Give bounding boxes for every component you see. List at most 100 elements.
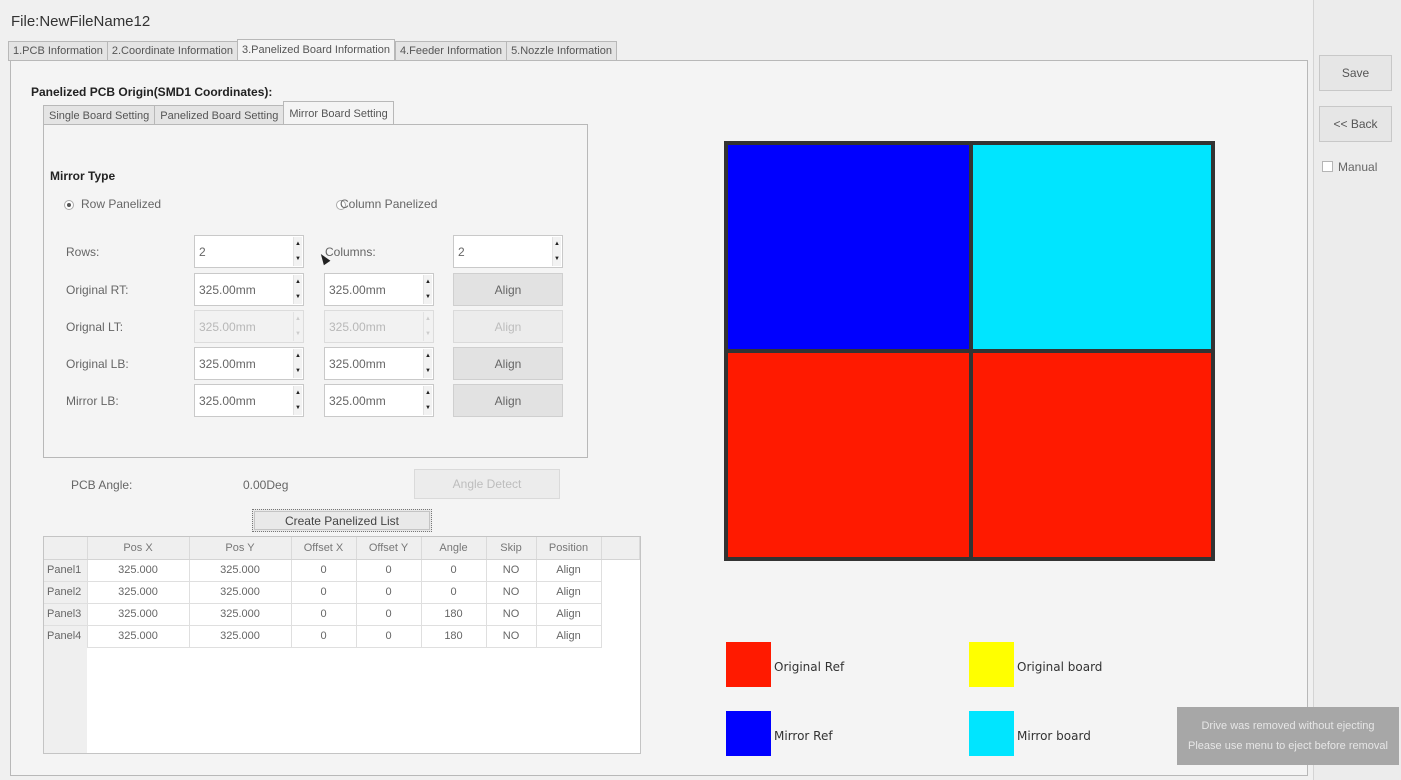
row-panelized-radio[interactable] bbox=[64, 200, 74, 210]
col-header-skip[interactable]: Skip bbox=[486, 537, 537, 560]
cell-pos-x[interactable]: 325.000 bbox=[87, 625, 190, 648]
cell-pos-y[interactable]: 325.000 bbox=[189, 581, 292, 604]
original-rt-x-input[interactable]: 325.00mm ▲ ▼ bbox=[194, 273, 304, 306]
columns-stepper[interactable]: ▲ ▼ bbox=[552, 237, 561, 266]
cell-pos-y[interactable]: 325.000 bbox=[189, 603, 292, 626]
table-row[interactable]: Panel2 325.000 325.000 0 0 0 NO Align bbox=[44, 581, 639, 604]
pcb-angle-label: PCB Angle: bbox=[71, 478, 133, 492]
align-lb-button[interactable]: Align bbox=[453, 347, 563, 380]
legend-original-ref-label: Original Ref bbox=[774, 660, 845, 674]
rows-spinbox[interactable]: 2 ▲ ▼ bbox=[194, 235, 304, 268]
cell-angle[interactable]: 0 bbox=[421, 581, 487, 604]
down-arrow-icon[interactable]: ▼ bbox=[294, 400, 302, 415]
down-arrow-icon[interactable]: ▼ bbox=[424, 363, 432, 378]
cell-skip[interactable]: NO bbox=[486, 581, 537, 604]
cell-offset-x[interactable]: 0 bbox=[291, 559, 357, 582]
col-header-offset-x[interactable]: Offset X bbox=[291, 537, 357, 560]
cell-position[interactable]: Align bbox=[536, 581, 602, 604]
cell-offset-y[interactable]: 0 bbox=[356, 559, 422, 582]
cell-angle[interactable]: 180 bbox=[421, 603, 487, 626]
original-lb-y-stepper[interactable]: ▲ ▼ bbox=[423, 349, 432, 378]
table-row[interactable]: Panel3 325.000 325.000 0 0 180 NO Align bbox=[44, 603, 639, 626]
original-rt-y-stepper[interactable]: ▲ ▼ bbox=[423, 275, 432, 304]
down-arrow-icon[interactable]: ▼ bbox=[294, 251, 302, 266]
tab-panelized-board-information[interactable]: 3.Panelized Board Information bbox=[236, 39, 395, 61]
up-arrow-icon[interactable]: ▲ bbox=[424, 386, 432, 401]
cell-pos-x[interactable]: 325.000 bbox=[87, 581, 190, 604]
cell-pos-x[interactable]: 325.000 bbox=[87, 559, 190, 582]
col-header-angle[interactable]: Angle bbox=[421, 537, 487, 560]
back-button[interactable]: << Back bbox=[1319, 106, 1392, 142]
up-arrow-icon[interactable]: ▲ bbox=[294, 386, 302, 401]
up-arrow-icon[interactable]: ▲ bbox=[294, 275, 302, 290]
create-panelized-list-button[interactable]: Create Panelized List bbox=[252, 509, 432, 532]
main-tabbar: 1.PCB Information 2.Coordinate Informati… bbox=[8, 39, 617, 61]
table-row[interactable]: Panel4 325.000 325.000 0 0 180 NO Align bbox=[44, 625, 639, 648]
cell-skip[interactable]: NO bbox=[486, 559, 537, 582]
down-arrow-icon[interactable]: ▼ bbox=[424, 289, 432, 304]
mirror-lb-y-input[interactable]: 325.00mm ▲ ▼ bbox=[324, 384, 434, 417]
col-header-position[interactable]: Position bbox=[536, 537, 602, 560]
rows-stepper[interactable]: ▲ ▼ bbox=[293, 237, 302, 266]
cell-offset-x[interactable]: 0 bbox=[291, 581, 357, 604]
manual-checkbox[interactable] bbox=[1322, 161, 1333, 172]
legend-mirror-board-swatch bbox=[969, 711, 1014, 756]
tab-nozzle-information[interactable]: 5.Nozzle Information bbox=[506, 41, 617, 61]
col-header-offset-y[interactable]: Offset Y bbox=[356, 537, 422, 560]
down-arrow-icon[interactable]: ▼ bbox=[294, 289, 302, 304]
mirror-lb-x-input[interactable]: 325.00mm ▲ ▼ bbox=[194, 384, 304, 417]
file-title: File:NewFileName12 bbox=[11, 13, 151, 30]
cell-offset-x[interactable]: 0 bbox=[291, 603, 357, 626]
drive-removed-notification[interactable]: Drive was removed without ejecting Pleas… bbox=[1177, 707, 1399, 765]
up-arrow-icon[interactable]: ▲ bbox=[294, 237, 302, 252]
original-rt-y-input[interactable]: 325.00mm ▲ ▼ bbox=[324, 273, 434, 306]
original-lb-y-input[interactable]: 325.00mm ▲ ▼ bbox=[324, 347, 434, 380]
original-lb-x-input[interactable]: 325.00mm ▲ ▼ bbox=[194, 347, 304, 380]
mirror-type-heading: Mirror Type bbox=[50, 169, 116, 183]
cell-skip[interactable]: NO bbox=[486, 603, 537, 626]
row-header[interactable]: Panel4 bbox=[44, 625, 88, 648]
tab-feeder-information[interactable]: 4.Feeder Information bbox=[394, 41, 507, 61]
columns-spinbox[interactable]: 2 ▲ ▼ bbox=[453, 235, 563, 268]
cell-offset-y[interactable]: 0 bbox=[356, 603, 422, 626]
original-rt-x-value: 325.00mm bbox=[199, 282, 256, 297]
cell-offset-x[interactable]: 0 bbox=[291, 625, 357, 648]
original-lt-x-input: 325.00mm ▲ ▼ bbox=[194, 310, 304, 343]
save-button[interactable]: Save bbox=[1319, 55, 1392, 91]
cell-offset-y[interactable]: 0 bbox=[356, 581, 422, 604]
up-arrow-icon[interactable]: ▲ bbox=[294, 349, 302, 364]
mirror-lb-y-stepper[interactable]: ▲ ▼ bbox=[423, 386, 432, 415]
cell-position[interactable]: Align bbox=[536, 603, 602, 626]
down-arrow-icon[interactable]: ▼ bbox=[294, 363, 302, 378]
cell-offset-y[interactable]: 0 bbox=[356, 625, 422, 648]
tab-coordinate-information[interactable]: 2.Coordinate Information bbox=[106, 41, 237, 61]
pcb-angle-value: 0.00Deg bbox=[243, 478, 289, 492]
cell-position[interactable]: Align bbox=[536, 559, 602, 582]
cell-skip[interactable]: NO bbox=[486, 625, 537, 648]
cell-angle[interactable]: 180 bbox=[421, 625, 487, 648]
row-header[interactable]: Panel1 bbox=[44, 559, 88, 582]
align-mirror-lb-button[interactable]: Align bbox=[453, 384, 563, 417]
tab-pcb-information[interactable]: 1.PCB Information bbox=[8, 41, 107, 61]
mirror-lb-x-stepper[interactable]: ▲ ▼ bbox=[293, 386, 302, 415]
col-header-pos-x[interactable]: Pos X bbox=[87, 537, 190, 560]
up-arrow-icon[interactable]: ▲ bbox=[553, 237, 561, 252]
cell-pos-y[interactable]: 325.000 bbox=[189, 559, 292, 582]
original-lb-x-stepper[interactable]: ▲ ▼ bbox=[293, 349, 302, 378]
original-lb-y-value: 325.00mm bbox=[329, 356, 386, 371]
original-rt-y-value: 325.00mm bbox=[329, 282, 386, 297]
row-header[interactable]: Panel3 bbox=[44, 603, 88, 626]
col-header-pos-y[interactable]: Pos Y bbox=[189, 537, 292, 560]
down-arrow-icon[interactable]: ▼ bbox=[424, 400, 432, 415]
cell-pos-x[interactable]: 325.000 bbox=[87, 603, 190, 626]
align-rt-button[interactable]: Align bbox=[453, 273, 563, 306]
cell-angle[interactable]: 0 bbox=[421, 559, 487, 582]
row-header[interactable]: Panel2 bbox=[44, 581, 88, 604]
up-arrow-icon[interactable]: ▲ bbox=[424, 275, 432, 290]
up-arrow-icon[interactable]: ▲ bbox=[424, 349, 432, 364]
original-rt-x-stepper[interactable]: ▲ ▼ bbox=[293, 275, 302, 304]
table-row[interactable]: Panel1 325.000 325.000 0 0 0 NO Align bbox=[44, 559, 639, 582]
cell-position[interactable]: Align bbox=[536, 625, 602, 648]
cell-pos-y[interactable]: 325.000 bbox=[189, 625, 292, 648]
down-arrow-icon[interactable]: ▼ bbox=[553, 251, 561, 266]
